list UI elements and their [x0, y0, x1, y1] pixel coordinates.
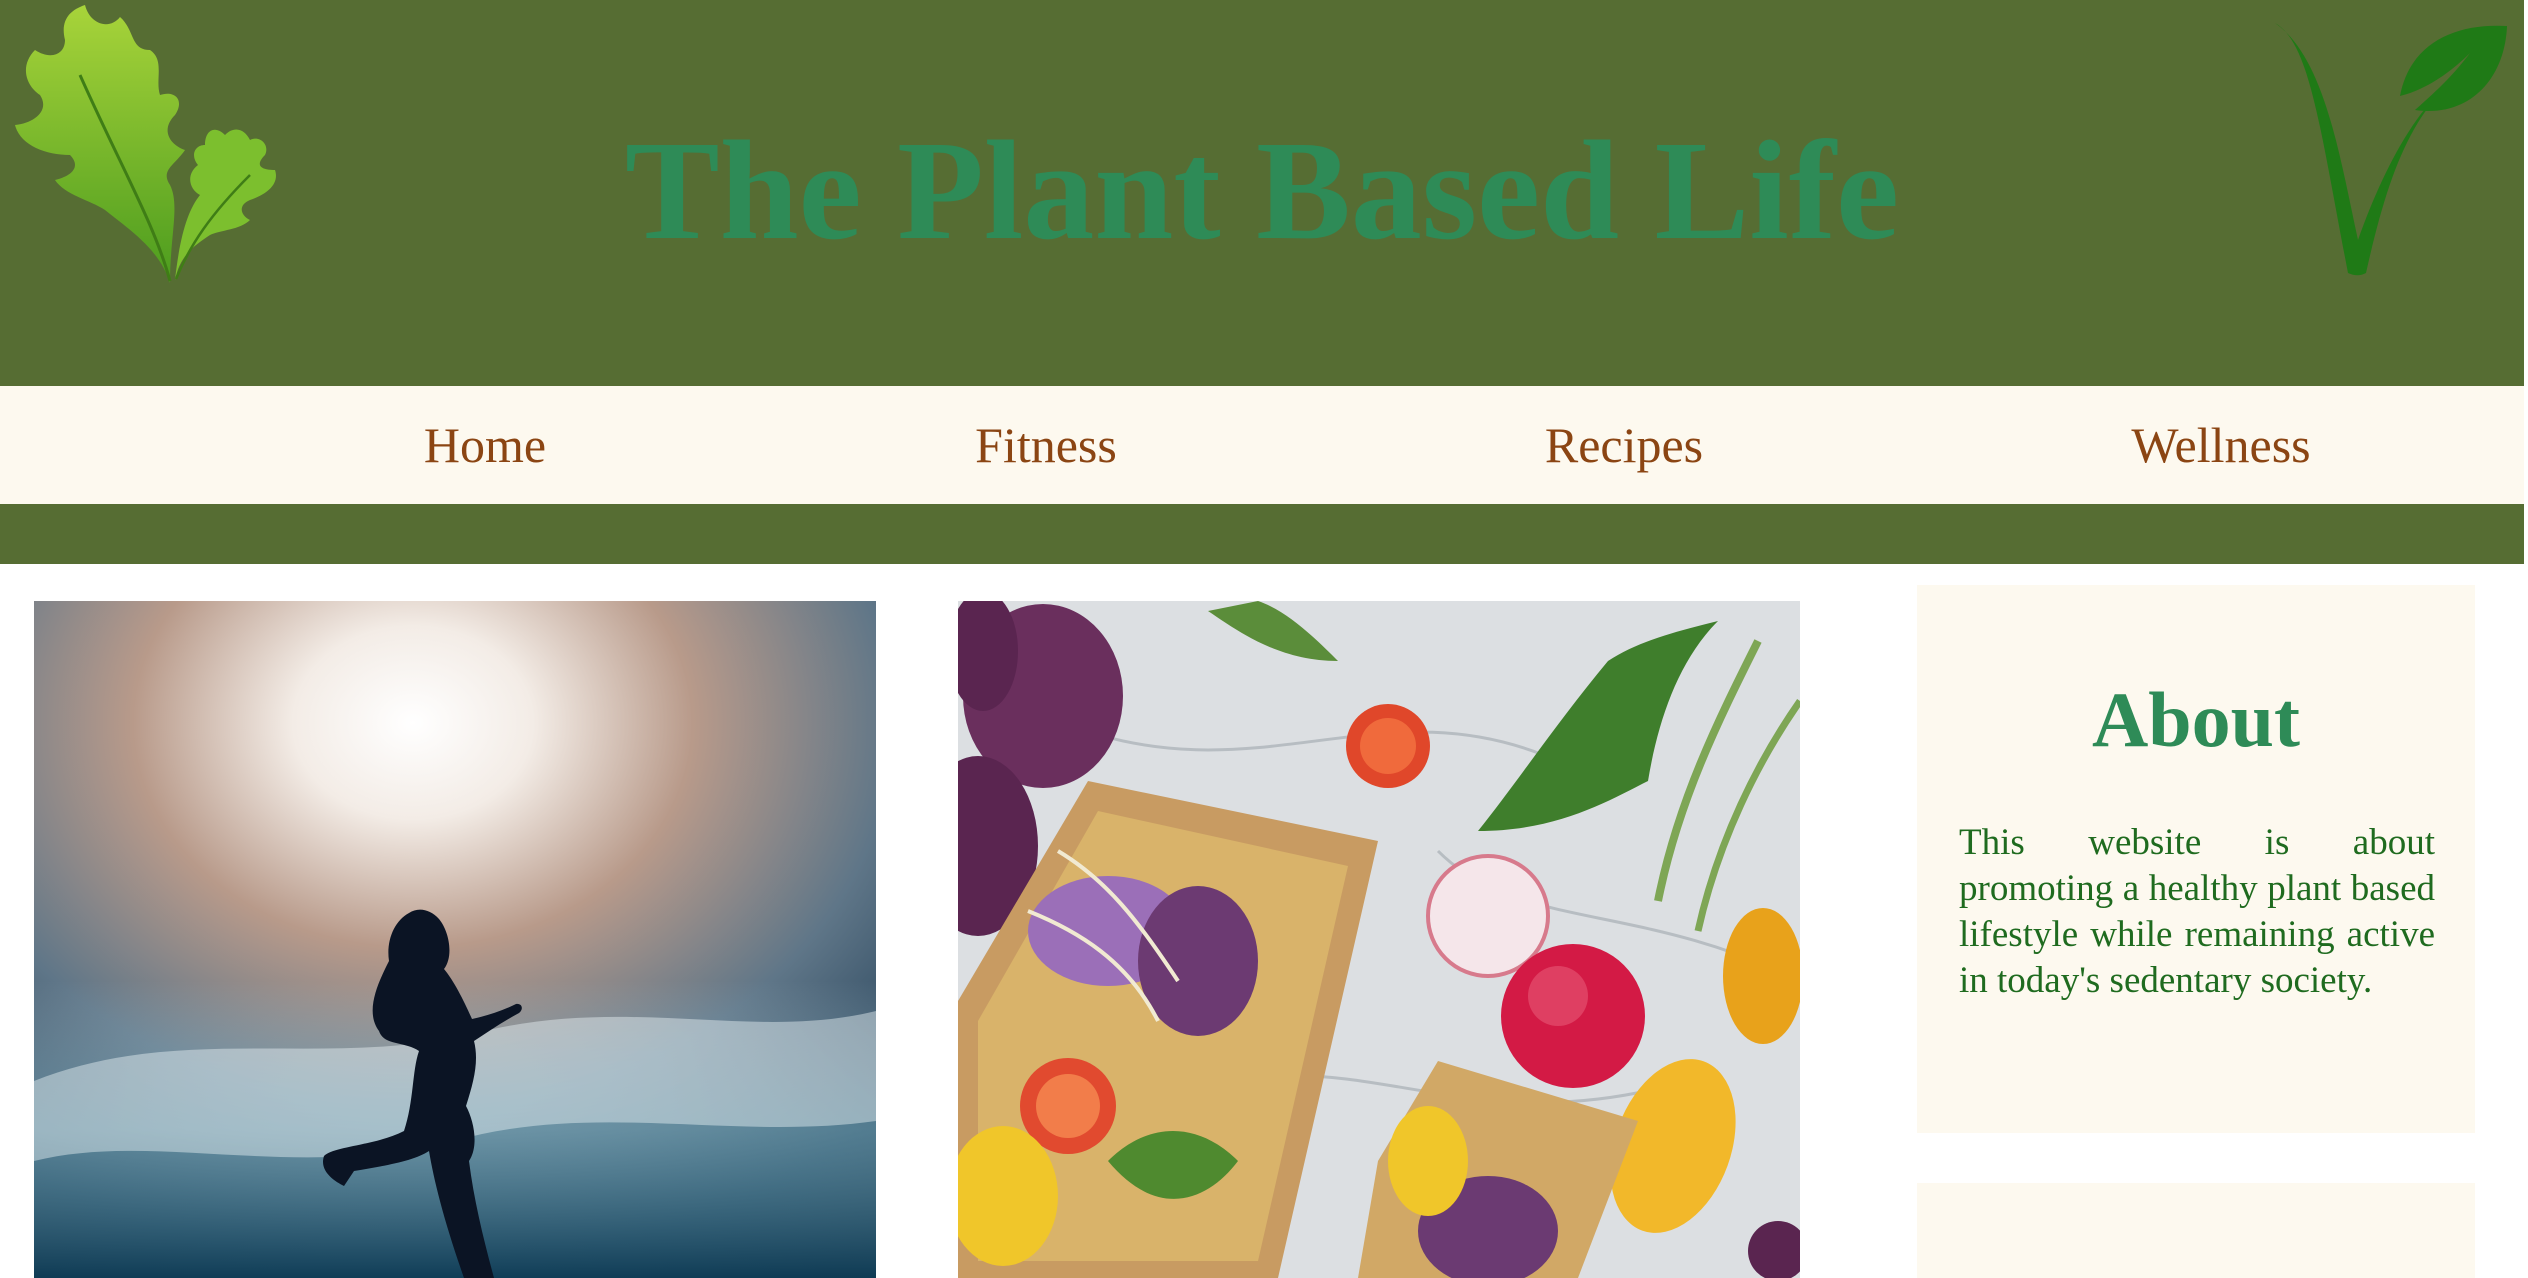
about-heading: About: [2091, 676, 2301, 763]
food-image: [958, 601, 1800, 1278]
runner-image: [34, 601, 876, 1278]
header-lower-band: [0, 504, 2524, 564]
site-title: The Plant Based Life: [624, 111, 1900, 269]
site-header: The Plant Based Life: [0, 0, 2524, 386]
main-nav: Home Fitness Recipes Wellness: [0, 386, 2524, 504]
nav-link-fitness[interactable]: Fitness: [975, 386, 1117, 504]
nav-link-recipes[interactable]: Recipes: [1545, 386, 1703, 504]
nav-link-home[interactable]: Home: [424, 386, 546, 504]
about-text: This website is about promoting a health…: [1959, 822, 2435, 1001]
nav-link-wellness[interactable]: Wellness: [2131, 386, 2310, 504]
sidebar-card: [1917, 1183, 2475, 1278]
vegan-v-leaf-icon: [2275, 23, 2507, 276]
about-card: About This website is about promoting a …: [1917, 585, 2475, 1133]
